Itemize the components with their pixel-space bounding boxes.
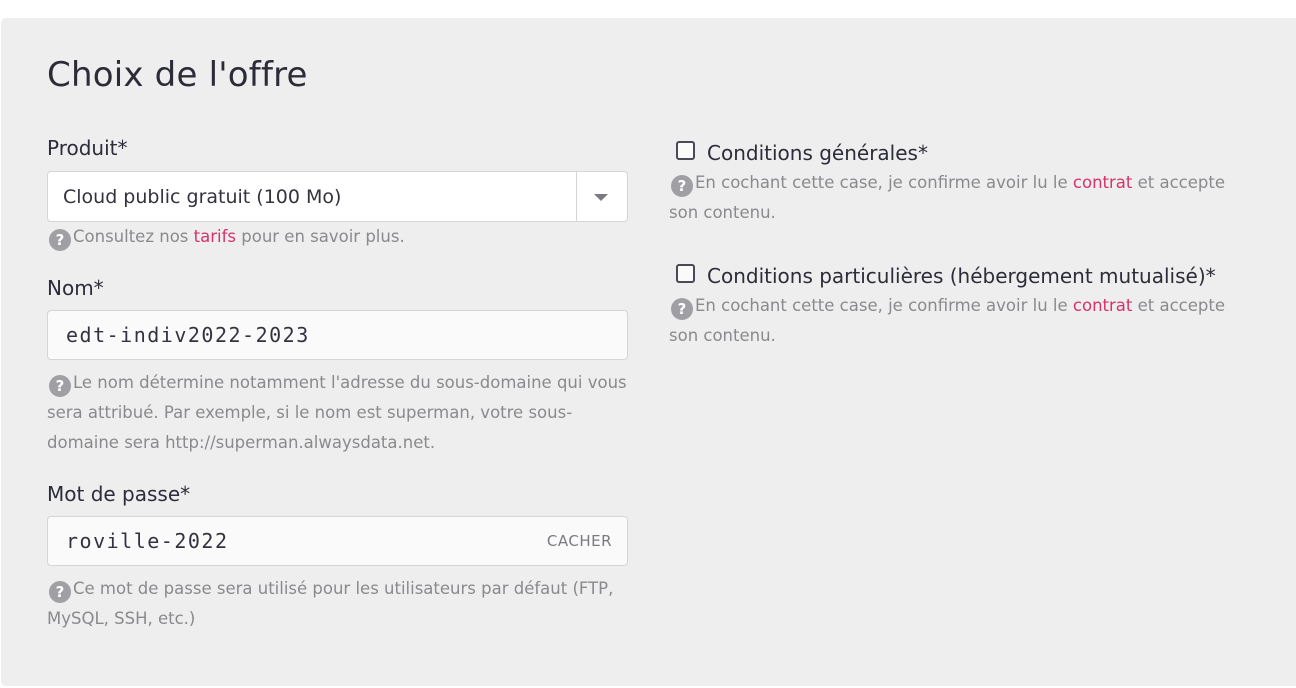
contrat-link[interactable]: contrat: [1073, 173, 1132, 192]
help-icon: ?: [49, 581, 71, 603]
terms-general-label[interactable]: Conditions générales*: [707, 139, 928, 167]
name-input-value: edt-indiv2022-2023: [66, 323, 310, 347]
name-help-text: Le nom détermine notamment l'adresse du …: [47, 373, 627, 452]
help-icon: ?: [49, 229, 71, 251]
product-label: Produit*: [47, 136, 128, 160]
name-help: ? Le nom détermine notamment l'adresse du…: [47, 368, 637, 458]
name-label: Nom*: [47, 276, 104, 300]
terms-specific-checkbox[interactable]: [676, 264, 695, 283]
chevron-down-icon[interactable]: [594, 194, 608, 201]
terms-specific-help-text: En cochant cette case, je confirme avoir…: [695, 296, 1073, 315]
terms-specific-label[interactable]: Conditions particulières (hébergement mu…: [707, 262, 1216, 290]
name-input[interactable]: edt-indiv2022-2023: [47, 310, 628, 360]
product-help-text: Consultez nos: [73, 227, 194, 246]
contrat-link[interactable]: contrat: [1073, 296, 1132, 315]
tarifs-link[interactable]: tarifs: [194, 227, 236, 246]
password-help: ? Ce mot de passe sera utilisé pour les u…: [47, 574, 637, 634]
password-input[interactable]: roville-2022 CACHER: [47, 516, 628, 566]
terms-general-help: ? En cochant cette case, je confirme avoi…: [669, 168, 1259, 228]
product-help-suffix: pour en savoir plus.: [236, 227, 405, 246]
password-input-value: roville-2022: [66, 529, 229, 553]
help-icon: ?: [671, 298, 693, 320]
terms-general-help-text: En cochant cette case, je confirme avoir…: [695, 173, 1073, 192]
terms-specific-help: ? En cochant cette case, je confirme avoi…: [669, 291, 1259, 351]
password-label: Mot de passe*: [47, 482, 191, 506]
product-selected-value: Cloud public gratuit (100 Mo): [63, 186, 342, 208]
select-divider: [576, 172, 577, 221]
product-select[interactable]: Cloud public gratuit (100 Mo): [47, 171, 628, 222]
help-icon: ?: [671, 175, 693, 197]
product-help: ? Consultez nos tarifs pour en savoir plu…: [47, 222, 637, 252]
password-help-text: Ce mot de passe sera utilisé pour les ut…: [47, 579, 614, 628]
page-title: Choix de l'offre: [47, 55, 308, 95]
terms-general-checkbox[interactable]: [676, 141, 695, 160]
help-icon: ?: [49, 375, 71, 397]
hide-password-button[interactable]: CACHER: [547, 517, 612, 565]
